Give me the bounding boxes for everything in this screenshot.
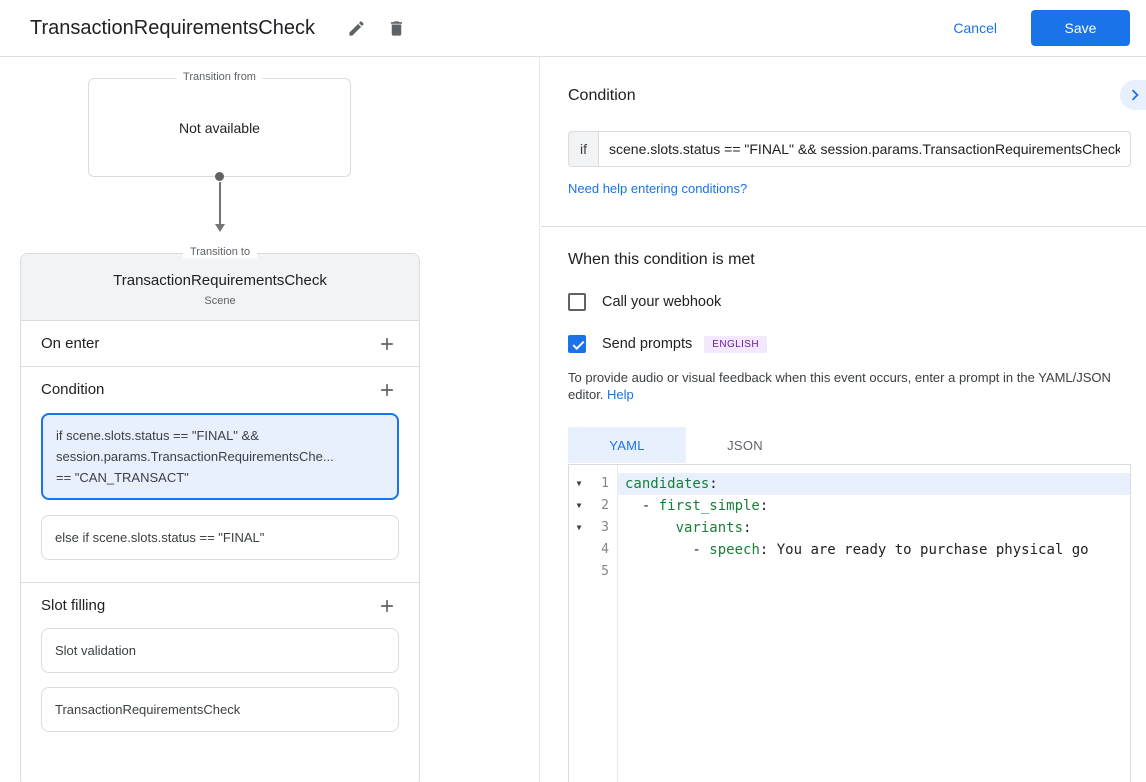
condition-section-row[interactable]: Condition — [21, 366, 419, 412]
editor-tabs: YAML JSON — [568, 427, 1131, 463]
transition-to-card: Transition to TransactionRequirementsChe… — [20, 246, 420, 782]
on-enter-label: On enter — [41, 335, 100, 352]
transition-from-label: Transition from — [176, 71, 263, 83]
condition-line: if scene.slots.status == "FINAL" && — [56, 428, 259, 443]
if-label: if — [568, 131, 598, 167]
send-prompts-label: Send prompts — [602, 336, 693, 352]
code-token: speech — [709, 542, 760, 558]
scene-subtitle: Scene — [204, 295, 236, 307]
add-condition-button[interactable] — [375, 378, 399, 402]
app-header: TransactionRequirementsCheck Cancel Save — [0, 0, 1146, 57]
code-line[interactable]: variants: — [617, 517, 1130, 539]
line-number: 4 — [601, 542, 609, 557]
fold-arrow-icon[interactable]: ▼ — [569, 495, 589, 517]
plus-icon — [381, 599, 393, 612]
webhook-row: Call your webhook — [568, 293, 1131, 311]
code-line[interactable]: - first_simple: — [617, 495, 1130, 517]
code-editor[interactable]: ▼ 1 candidates: ▼ 2 - first_simple: ▼ 3 varian… — [568, 464, 1131, 782]
code-token: You are ready to purchase physical go — [776, 542, 1089, 558]
transition-from-box[interactable]: Transition from Not available — [88, 71, 351, 177]
fold-arrow-icon[interactable]: ▼ — [569, 517, 589, 539]
trash-icon — [391, 20, 403, 36]
condition-expression-input[interactable] — [598, 131, 1131, 167]
transition-to-label: Transition to — [182, 246, 258, 258]
webhook-label: Call your webhook — [602, 294, 722, 310]
line-number: 5 — [601, 564, 609, 579]
code-token: first_simple — [658, 498, 760, 514]
help-link[interactable]: Help — [607, 387, 634, 402]
transition-from-value: Not available — [179, 119, 260, 136]
prompts-description-text: To provide audio or visual feedback when… — [568, 370, 1111, 402]
pencil-icon — [349, 20, 365, 36]
code-token: : — [743, 520, 752, 536]
editor-line: 5 — [569, 561, 1130, 583]
code-token: variants — [675, 520, 744, 536]
add-on-enter-button[interactable] — [375, 332, 399, 356]
code-line[interactable]: - speech: You are ready to purchase phys… — [617, 539, 1130, 561]
scene-title: TransactionRequirementsCheck — [113, 272, 327, 289]
fold-arrow-icon[interactable]: ▼ — [569, 473, 589, 495]
slot-filling-row[interactable]: Slot filling — [21, 582, 419, 628]
delete-scene-button[interactable] — [379, 10, 415, 46]
connector-dot — [215, 172, 224, 181]
tab-yaml[interactable]: YAML — [568, 427, 686, 463]
condition-input-row: if — [568, 131, 1131, 167]
editor-line: 4 - speech: You are ready to purchase ph… — [569, 539, 1130, 561]
condition-met-heading: When this condition is met — [568, 251, 755, 268]
plus-icon — [381, 337, 393, 350]
language-badge: ENGLISH — [704, 335, 767, 353]
condition-help-link[interactable]: Need help entering conditions? — [568, 181, 747, 196]
prompts-description: To provide audio or visual feedback when… — [568, 369, 1131, 403]
save-button[interactable]: Save — [1031, 10, 1130, 46]
add-slot-button[interactable] — [375, 594, 399, 618]
page-title: TransactionRequirementsCheck — [30, 16, 315, 39]
slot-filling-label: Slot filling — [41, 597, 106, 614]
tab-json[interactable]: JSON — [686, 427, 804, 463]
slot-item-validation[interactable]: Slot validation — [41, 628, 399, 673]
line-number: 3 — [601, 520, 609, 535]
gutter-separator — [617, 465, 618, 782]
panel-divider — [541, 226, 1146, 227]
panel-title: Condition — [568, 87, 636, 104]
code-token: : — [709, 476, 718, 492]
collapse-panel-button[interactable] — [1120, 80, 1146, 110]
editor-line: ▼ 1 candidates: — [569, 473, 1130, 495]
send-prompts-checkbox[interactable] — [568, 335, 586, 353]
on-enter-row[interactable]: On enter — [21, 320, 419, 366]
code-line[interactable] — [617, 561, 1130, 583]
condition-section-label: Condition — [41, 381, 105, 398]
arrow-line — [218, 182, 221, 224]
condition-card-else[interactable]: else if scene.slots.status == "FINAL" — [41, 515, 399, 560]
plus-icon — [381, 383, 393, 396]
code-token: - — [625, 498, 659, 514]
code-token: candidates — [625, 476, 710, 492]
send-prompts-row: Send prompts ENGLISH — [568, 335, 1131, 353]
code-token: : — [759, 498, 769, 514]
condition-line: session.params.TransactionRequirementsCh… — [56, 449, 334, 464]
condition-editor-panel: Condition if Need help entering conditio… — [541, 57, 1146, 782]
chevron-right-icon — [1131, 89, 1139, 101]
editor-line: ▼ 3 variants: — [569, 517, 1130, 539]
condition-card-selected[interactable]: if scene.slots.status == "FINAL" && sess… — [41, 413, 399, 500]
slot-item-transaction-requirements[interactable]: TransactionRequirementsCheck — [41, 687, 399, 732]
line-number: 2 — [601, 498, 609, 513]
transition-arrow — [88, 172, 351, 232]
scene-graph-panel: Transition from Not available Transition… — [0, 57, 540, 782]
line-number: 1 — [601, 476, 609, 491]
arrow-head-icon — [214, 224, 225, 232]
editor-line: ▼ 2 - first_simple: — [569, 495, 1130, 517]
cancel-button[interactable]: Cancel — [953, 20, 997, 36]
code-token: - — [625, 542, 710, 558]
condition-line: == "CAN_TRANSACT" — [56, 470, 189, 485]
code-token: : — [759, 542, 777, 558]
code-line[interactable]: candidates: — [617, 473, 1130, 495]
edit-title-button[interactable] — [339, 10, 375, 46]
scene-card-header[interactable]: TransactionRequirementsCheck Scene — [21, 254, 419, 320]
code-editor-lines: ▼ 1 candidates: ▼ 2 - first_simple: ▼ 3 varian… — [569, 473, 1130, 583]
webhook-checkbox[interactable] — [568, 293, 586, 311]
